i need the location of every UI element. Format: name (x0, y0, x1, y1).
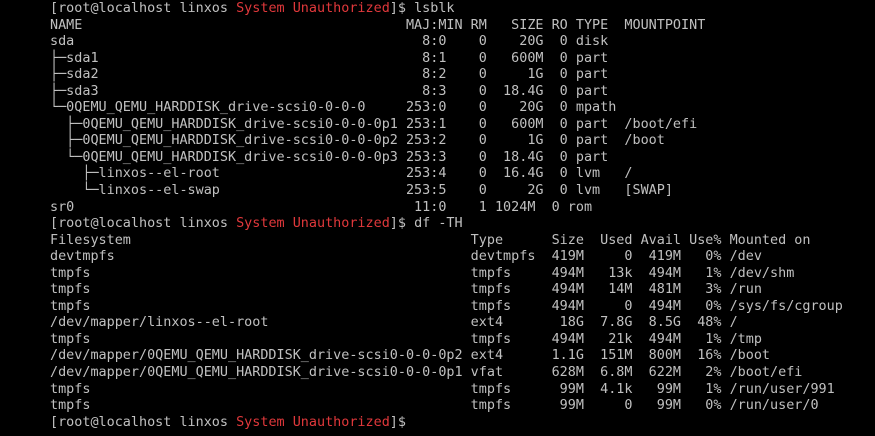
terminal-line: devtmpfs devtmpfs 419M 0 419M 0% /dev (50, 249, 875, 266)
terminal-text: Filesystem Type Size Used Avail Use% Mou… (50, 232, 811, 248)
terminal-text: ]$ df -TH (389, 216, 463, 232)
terminal-text: ├─0QEMU_QEMU_HARDDISK_drive-scsi0-0-0-0p… (50, 116, 698, 132)
terminal-line: ├─sda2 8:2 0 1G 0 part (50, 67, 875, 84)
terminal-line: /dev/mapper/linxos--el-root ext4 18G 7.8… (50, 315, 875, 332)
terminal-line: tmpfs tmpfs 494M 0 494M 0% /sys/fs/cgrou… (50, 299, 875, 316)
terminal-line: sr0 11:0 1 1024M 0 rom (50, 200, 875, 217)
terminal-text: [root@localhost linxos (50, 216, 237, 232)
terminal-line: └─0QEMU_QEMU_HARDDISK_drive-scsi0-0-0-0p… (50, 150, 875, 167)
terminal-text: tmpfs tmpfs 99M 4.1k 99M 1% /run/user/99… (50, 381, 835, 397)
terminal-text: sr0 11:0 1 1024M 0 rom (50, 199, 593, 215)
terminal-text: tmpfs tmpfs 494M 0 494M 0% /sys/fs/cgrou… (50, 298, 843, 314)
terminal-text: /dev/mapper/0QEMU_QEMU_HARDDISK_drive-sc… (50, 348, 771, 364)
terminal-line: /dev/mapper/0QEMU_QEMU_HARDDISK_drive-sc… (50, 348, 875, 365)
terminal-text: /dev/mapper/0QEMU_QEMU_HARDDISK_drive-sc… (50, 365, 803, 381)
terminal-line: ├─sda1 8:1 0 600M 0 part (50, 51, 875, 68)
terminal-text: tmpfs tmpfs 99M 0 99M 0% /run/user/0 (50, 398, 819, 414)
terminal-text: └─0QEMU_QEMU_HARDDISK_drive-scsi0-0-0-0p… (50, 149, 609, 165)
terminal-text: ]$ (389, 414, 415, 430)
terminal-line: ├─0QEMU_QEMU_HARDDISK_drive-scsi0-0-0-0p… (50, 133, 875, 150)
terminal-text: NAME MAJ:MIN RM SIZE RO TYPE MOUNTPOINT (50, 17, 706, 33)
terminal-line: tmpfs tmpfs 99M 0 99M 0% /run/user/0 (50, 398, 875, 415)
terminal-text: /dev/mapper/linxos--el-root ext4 18G 7.8… (50, 315, 738, 331)
terminal-text: ├─sda3 8:3 0 18.4G 0 part (50, 83, 609, 99)
terminal-line: tmpfs tmpfs 99M 4.1k 99M 1% /run/user/99… (50, 382, 875, 399)
terminal-text: ├─0QEMU_QEMU_HARDDISK_drive-scsi0-0-0-0p… (50, 133, 665, 149)
prompt-status-text: System Unauthorized (236, 216, 390, 232)
terminal-screen[interactable]: [root@localhost linxos System Unauthoriz… (0, 0, 875, 436)
terminal-text: sda 8:0 0 20G 0 disk (50, 34, 609, 50)
terminal-text: ]$ lsblk (389, 1, 455, 16)
terminal-text: tmpfs tmpfs 494M 21k 494M 1% /tmp (50, 331, 762, 347)
terminal-text: [root@localhost linxos (50, 1, 237, 16)
text-cursor (414, 415, 422, 428)
terminal-text: └─linxos--el-swap 253:5 0 2G 0 lvm [SWAP… (50, 183, 673, 199)
terminal-text: [root@localhost linxos (50, 414, 237, 430)
terminal-line: ├─linxos--el-root 253:4 0 16.4G 0 lvm / (50, 166, 875, 183)
terminal-line: NAME MAJ:MIN RM SIZE RO TYPE MOUNTPOINT (50, 18, 875, 35)
terminal-line: tmpfs tmpfs 494M 13k 494M 1% /dev/shm (50, 266, 875, 283)
terminal-line: tmpfs tmpfs 494M 14M 481M 3% /run (50, 282, 875, 299)
terminal-text: tmpfs tmpfs 494M 14M 481M 3% /run (50, 282, 762, 298)
terminal-line: ├─0QEMU_QEMU_HARDDISK_drive-scsi0-0-0-0p… (50, 117, 875, 134)
terminal-text: └─0QEMU_QEMU_HARDDISK_drive-scsi0-0-0-0 … (50, 100, 617, 116)
terminal-line: └─linxos--el-swap 253:5 0 2G 0 lvm [SWAP… (50, 183, 875, 200)
terminal-text: ├─sda1 8:1 0 600M 0 part (50, 50, 609, 66)
terminal-line: tmpfs tmpfs 494M 21k 494M 1% /tmp (50, 332, 875, 349)
terminal-line: sda 8:0 0 20G 0 disk (50, 34, 875, 51)
terminal-line: [root@localhost linxos System Unauthoriz… (50, 216, 875, 233)
terminal-line: ├─sda3 8:3 0 18.4G 0 part (50, 84, 875, 101)
prompt-status-text: System Unauthorized (236, 414, 390, 430)
terminal-line: [root@localhost linxos System Unauthoriz… (50, 415, 875, 432)
terminal-line: [root@localhost linxos System Unauthoriz… (50, 1, 875, 18)
terminal-text: ├─sda2 8:2 0 1G 0 part (50, 67, 609, 83)
terminal-line: └─0QEMU_QEMU_HARDDISK_drive-scsi0-0-0-0 … (50, 100, 875, 117)
terminal-text: ├─linxos--el-root 253:4 0 16.4G 0 lvm / (50, 166, 633, 182)
prompt-status-text: System Unauthorized (236, 1, 390, 16)
terminal-line: /dev/mapper/0QEMU_QEMU_HARDDISK_drive-sc… (50, 365, 875, 382)
terminal-text: tmpfs tmpfs 494M 13k 494M 1% /dev/shm (50, 265, 795, 281)
terminal-text: devtmpfs devtmpfs 419M 0 419M 0% /dev (50, 249, 762, 265)
terminal-line: Filesystem Type Size Used Avail Use% Mou… (50, 233, 875, 250)
